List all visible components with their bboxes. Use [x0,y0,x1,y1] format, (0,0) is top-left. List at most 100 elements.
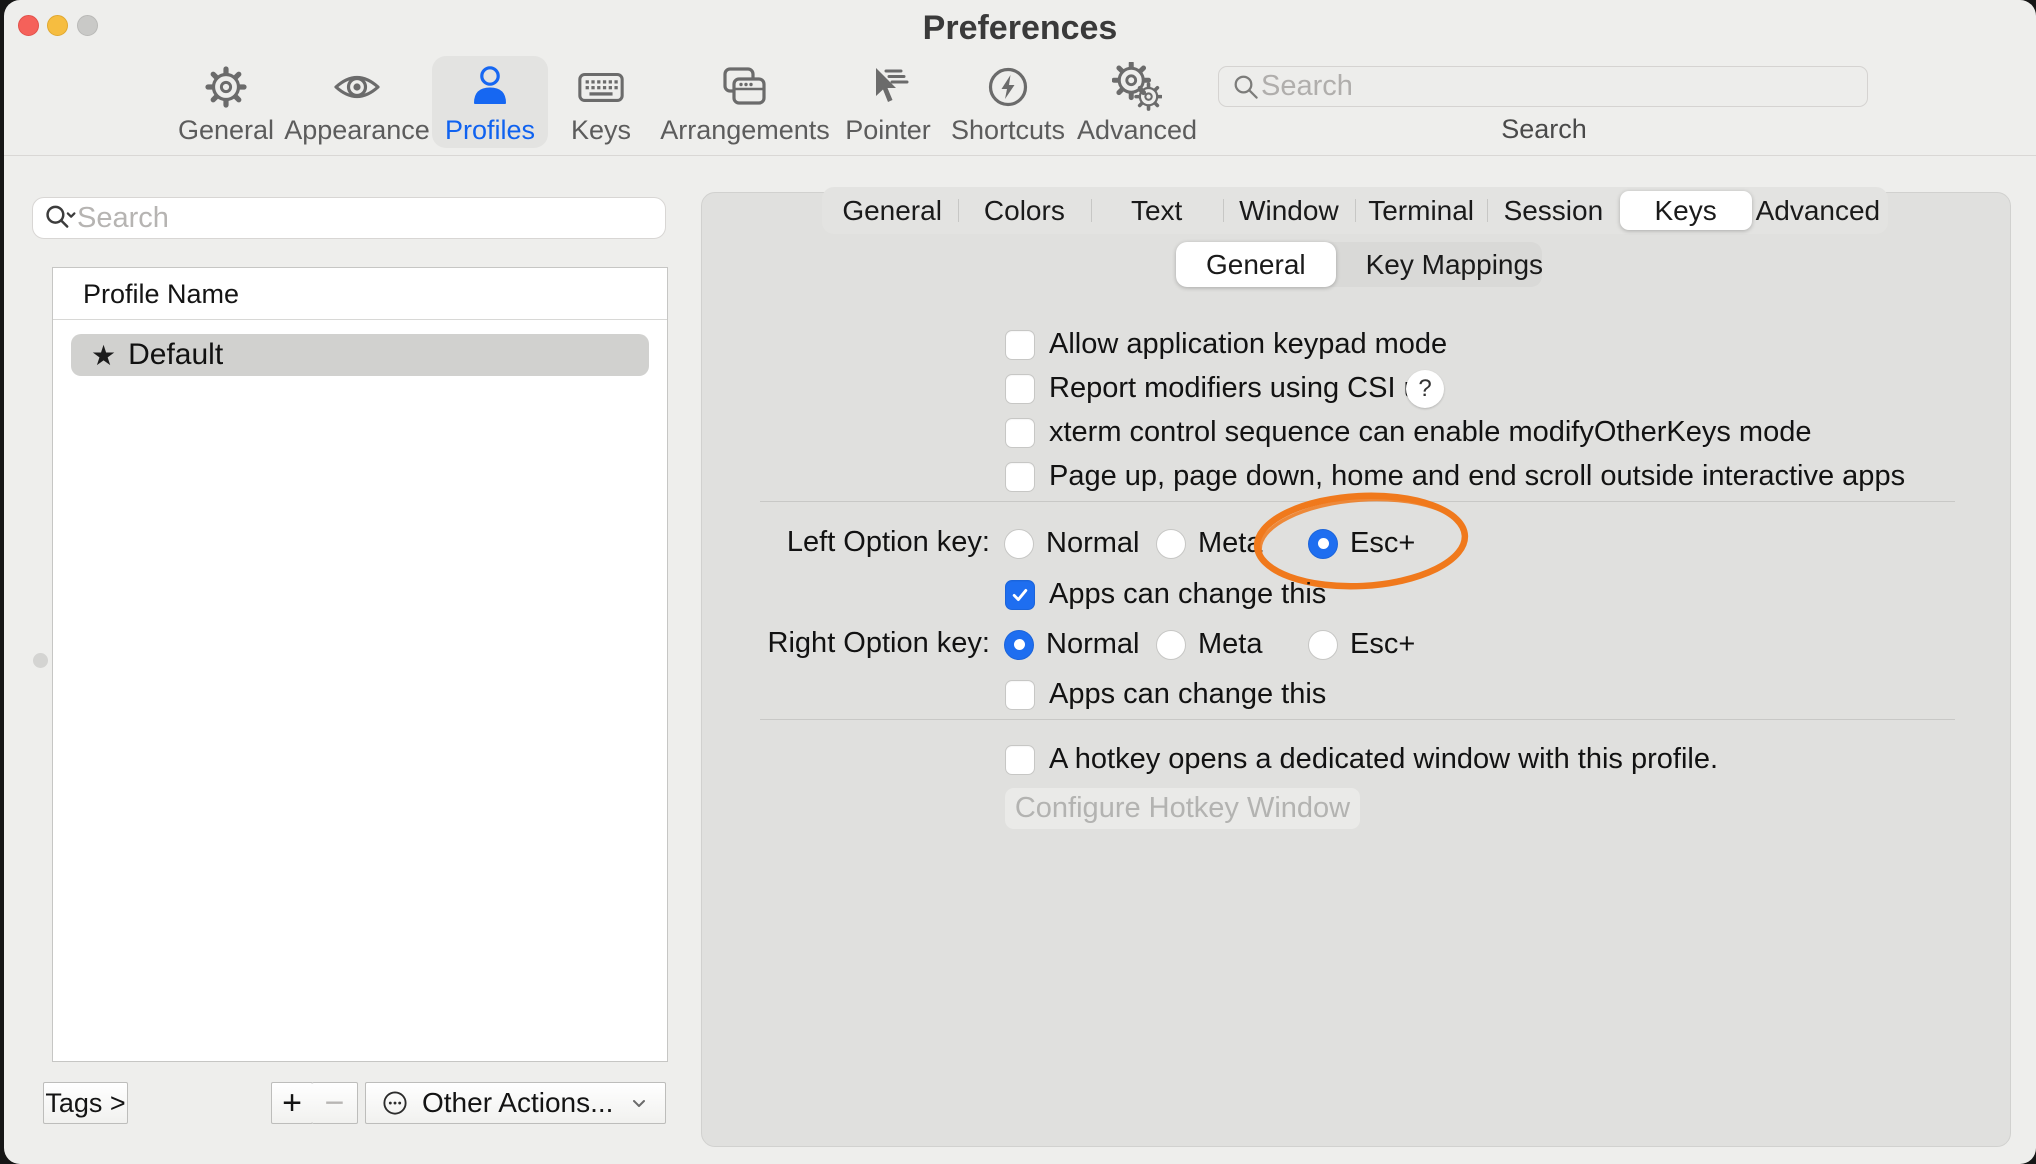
radio-right-normal[interactable]: Normal [1004,628,1139,661]
windows-icon [720,62,770,112]
tab-label: Window [1239,195,1339,226]
toolbar-item-pointer[interactable]: Pointer [832,56,944,148]
gear-icon [201,62,251,112]
subtab-label: Key Mappings [1366,249,1543,280]
star-icon: ★ [91,339,116,372]
radio-left-meta[interactable]: Meta [1156,527,1262,560]
radio-circle[interactable] [1156,529,1186,559]
preferences-window: Preferences General Appearance [4,0,2036,1164]
tags-button-label: Tags > [45,1088,125,1119]
toolbar-item-label: Arrangements [660,115,830,146]
checkbox-scroll-outside-apps[interactable] [1005,462,1035,492]
radio-label: Esc+ [1350,527,1415,560]
gears-icon [1112,62,1162,112]
radio-left-esc[interactable]: Esc+ [1308,527,1415,560]
subtab-general[interactable]: General [1176,242,1336,287]
tab-general[interactable]: General [826,191,958,230]
row-right-apps-can-change: Apps can change this [1005,678,1326,711]
toolbar-item-label: General [178,115,274,146]
profile-name: Default [128,338,223,372]
help-button[interactable]: ? [1406,370,1444,408]
radio-circle[interactable] [1004,529,1034,559]
radio-circle[interactable] [1004,630,1034,660]
toolbar-item-label: Shortcuts [951,115,1065,146]
checkbox-right-apps-can-change[interactable] [1005,680,1035,710]
tab-window[interactable]: Window [1223,191,1355,230]
tab-label: Session [1504,195,1604,226]
lightning-icon [983,62,1033,112]
tab-terminal[interactable]: Terminal [1355,191,1487,230]
checkbox-label: Apps can change this [1049,578,1326,611]
person-icon [465,62,515,112]
tab-text[interactable]: Text [1091,191,1223,230]
checkbox-csi-u[interactable] [1005,374,1035,404]
profile-list-header: Profile Name [53,268,667,320]
tab-keys[interactable]: Keys [1620,191,1752,230]
toolbar-item-arrangements[interactable]: Arrangements [654,56,836,148]
checkbox-label: Allow application keypad mode [1049,328,1447,361]
checkbox-keypad-mode[interactable] [1005,330,1035,360]
row-keypad-mode: Allow application keypad mode [1005,328,1447,361]
toolbar-item-general[interactable]: General [165,56,287,148]
checkbox-modify-other-keys[interactable] [1005,418,1035,448]
check-icon [1010,585,1030,605]
section-divider [760,719,1955,720]
toolbar-item-advanced[interactable]: Advanced [1071,56,1203,148]
titlebar: Preferences [4,0,2036,52]
checkbox-label: Page up, page down, home and end scroll … [1049,460,1905,493]
eye-icon [332,62,382,112]
profile-search-field[interactable] [32,197,666,239]
search-filter-icon [43,202,77,234]
subtab-key-mappings[interactable]: Key Mappings [1336,242,1573,287]
radio-circle[interactable] [1308,529,1338,559]
other-actions-label: Other Actions... [422,1087,627,1119]
window-title: Preferences [4,9,2036,48]
checkbox-label: Apps can change this [1049,678,1326,711]
checkbox-hotkey-window[interactable] [1005,745,1035,775]
radio-circle[interactable] [1308,630,1338,660]
configure-hotkey-window-label: Configure Hotkey Window [1015,792,1350,825]
row-scroll-outside-apps: Page up, page down, home and end scroll … [1005,460,1905,493]
checkbox-label: Report modifiers using CSI u [1049,372,1420,405]
cursor-icon [863,62,913,112]
tab-colors[interactable]: Colors [958,191,1090,230]
splitter-dot[interactable] [33,653,48,668]
profile-search-input[interactable] [77,202,655,235]
row-left-apps-can-change: Apps can change this [1005,578,1326,611]
tags-button[interactable]: Tags > [43,1082,128,1124]
profile-tabbar: General Colors Text Window Terminal Sess… [822,187,1888,234]
tab-session[interactable]: Session [1487,191,1619,230]
toolbar-item-shortcuts[interactable]: Shortcuts [942,56,1074,148]
toolbar-item-profiles[interactable]: Profiles [432,56,548,148]
remove-profile-button[interactable]: − [312,1082,358,1124]
checkbox-label: A hotkey opens a dedicated window with t… [1049,743,1718,776]
configure-hotkey-window-button[interactable]: Configure Hotkey Window [1004,787,1361,830]
toolbar-search-field[interactable] [1218,66,1868,107]
keyboard-icon [576,62,626,112]
radio-left-normal[interactable]: Normal [1004,527,1139,560]
radio-label: Meta [1198,527,1262,560]
tab-advanced[interactable]: Advanced [1752,191,1884,230]
checkbox-left-apps-can-change[interactable] [1005,580,1035,610]
subtab-label: General [1206,249,1306,280]
toolbar-item-keys[interactable]: Keys [555,56,647,148]
toolbar-search-input[interactable] [1261,70,1855,103]
radio-right-esc[interactable]: Esc+ [1308,628,1415,661]
radio-circle[interactable] [1156,630,1186,660]
toolbar-item-label: Appearance [284,115,430,146]
profile-settings-panel: General Colors Text Window Terminal Sess… [701,192,2011,1147]
tab-label: Keys [1655,195,1717,226]
radio-label: Esc+ [1350,628,1415,661]
search-icon [1231,72,1261,102]
tab-label: Text [1131,195,1182,226]
radio-label: Normal [1046,628,1139,661]
toolbar-item-appearance[interactable]: Appearance [281,56,433,148]
help-glyph: ? [1418,375,1431,403]
profile-row-default[interactable]: ★ Default [71,334,649,376]
toolbar-item-label: Pointer [845,115,931,146]
toolbar: General Appearance Profiles [4,52,2036,156]
add-profile-button[interactable]: + [271,1082,313,1124]
other-actions-dropdown[interactable]: Other Actions... [365,1082,666,1124]
toolbar-item-label: Profiles [445,115,535,146]
radio-right-meta[interactable]: Meta [1156,628,1262,661]
